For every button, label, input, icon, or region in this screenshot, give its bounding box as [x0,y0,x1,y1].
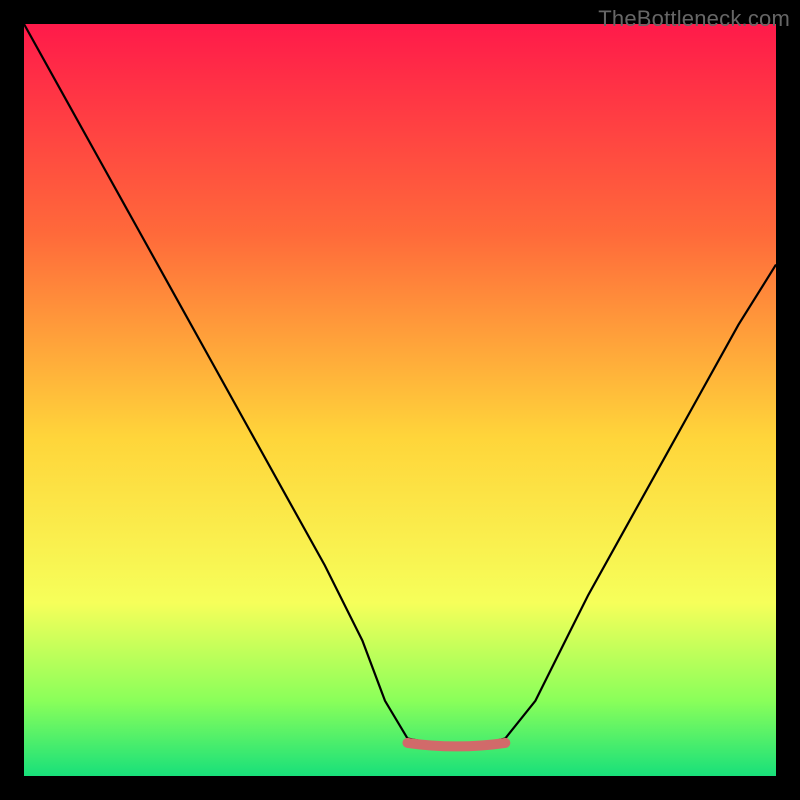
heatmap-background [24,24,776,776]
bottleneck-chart [0,0,800,800]
watermark-text: TheBottleneck.com [598,6,790,32]
optimal-range-segment [408,743,506,747]
chart-frame: TheBottleneck.com [0,0,800,800]
